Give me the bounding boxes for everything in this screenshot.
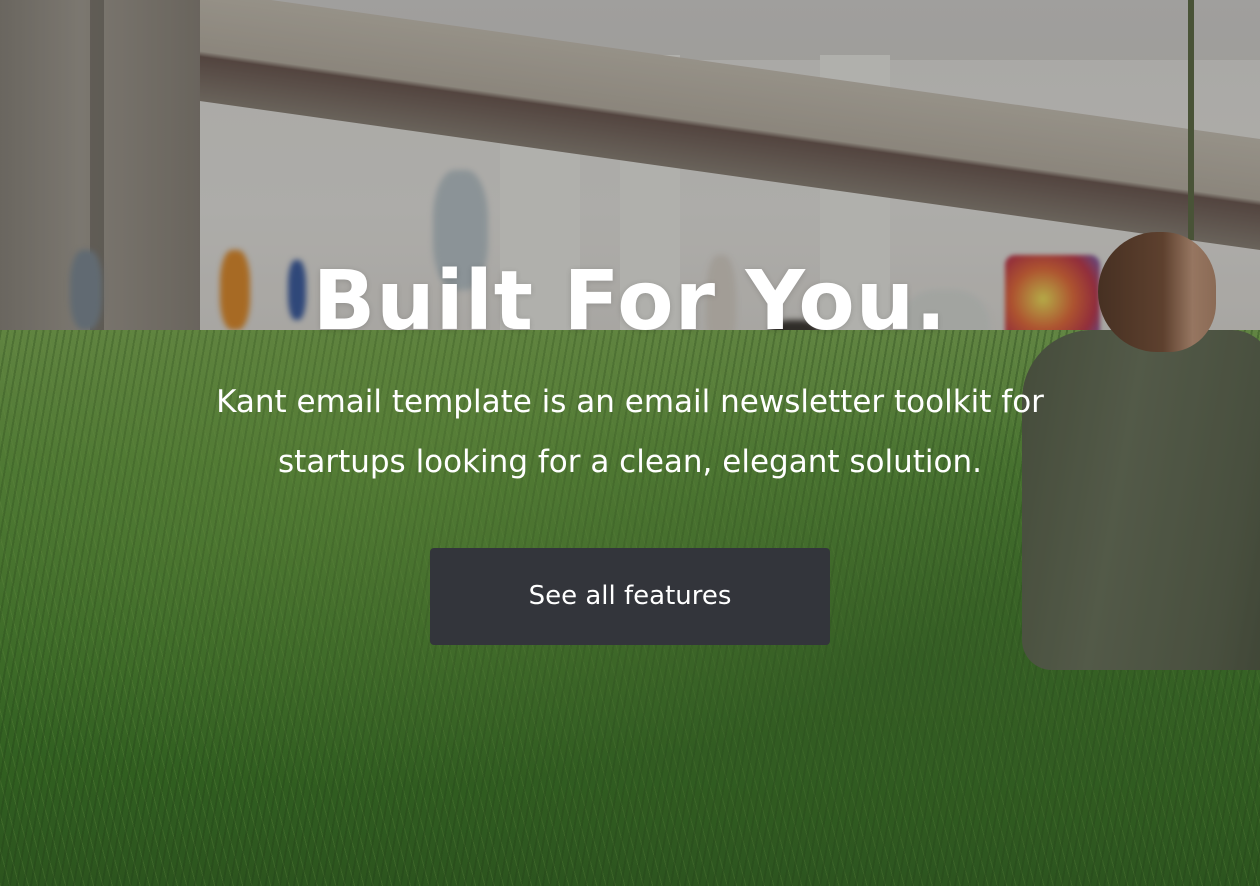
see-all-features-button[interactable]: See all features	[430, 548, 830, 645]
hero-subtitle: Kant email template is an email newslett…	[216, 384, 1044, 480]
hero-headline: Built For You.	[312, 254, 948, 349]
hero-section: Built For You. Kant email template is an…	[0, 0, 1260, 886]
hero-content: Built For You. Kant email template is an…	[0, 0, 1260, 886]
